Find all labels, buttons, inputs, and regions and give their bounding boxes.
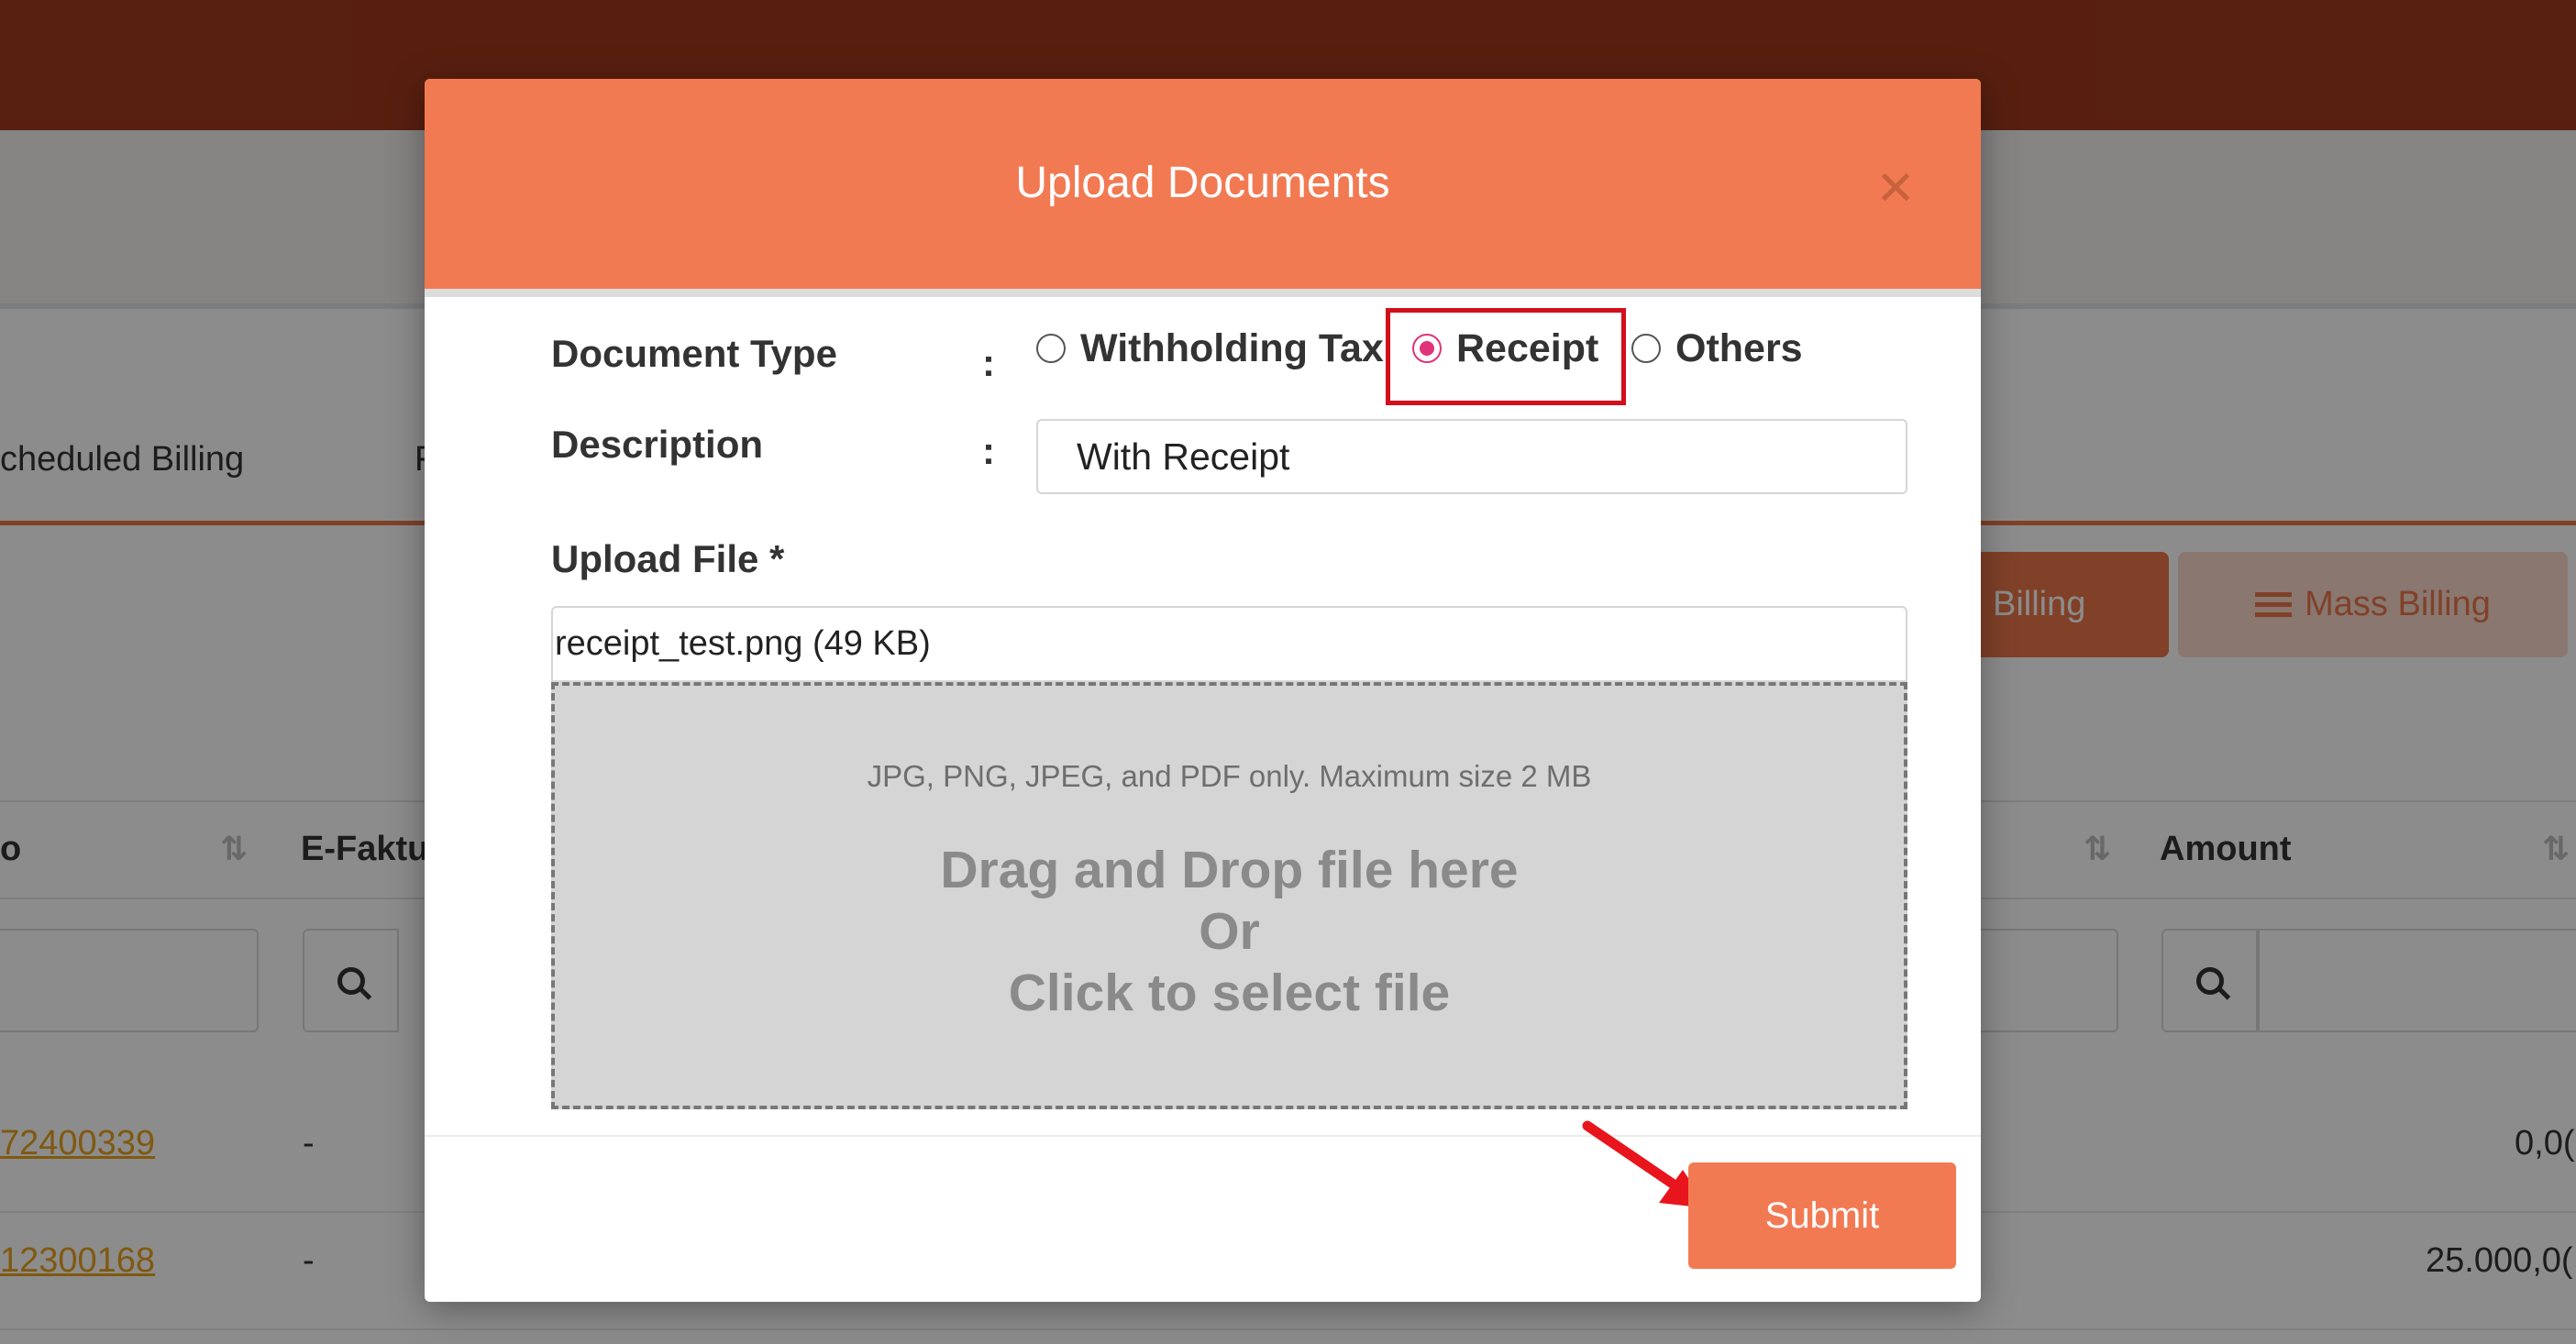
document-type-label: Document Type — [551, 332, 837, 375]
radio-button[interactable] — [1036, 334, 1066, 363]
close-icon[interactable]: ✕ — [1868, 161, 1923, 216]
radio-others[interactable]: Others — [1631, 321, 1803, 376]
upload-file-label: Upload File * — [551, 537, 785, 580]
dropzone-drag-text: Drag and Drop file here — [940, 841, 1519, 899]
description-label: Description — [551, 423, 764, 466]
document-type-colon: : — [982, 341, 995, 384]
modal-title: Upload Documents — [1015, 159, 1390, 207]
radio-others-label: Others — [1675, 325, 1803, 370]
upload-documents-modal: Upload Documents ✕ Document Type : Withh… — [425, 79, 1981, 1302]
radio-withholding-tax[interactable]: Withholding Tax — [1036, 321, 1384, 376]
selected-file-field[interactable]: receipt_test.png (49 KB) — [551, 606, 1907, 682]
dropzone-or-text: Or — [1199, 902, 1260, 961]
radio-withholding-tax-label: Withholding Tax — [1080, 325, 1384, 370]
submit-button[interactable]: Submit — [1688, 1162, 1956, 1269]
modal-footer-divider — [425, 1135, 1981, 1137]
description-colon: : — [982, 429, 995, 472]
annotation-highlight-box — [1386, 308, 1626, 405]
description-input[interactable] — [1036, 419, 1907, 494]
file-dropzone[interactable]: JPG, PNG, JPEG, and PDF only. Maximum si… — [551, 682, 1907, 1109]
radio-button[interactable] — [1631, 334, 1661, 363]
file-type-hint: JPG, PNG, JPEG, and PDF only. Maximum si… — [867, 759, 1592, 793]
dropzone-click-text: Click to select file — [1008, 964, 1451, 1022]
modal-header: Upload Documents ✕ — [425, 79, 1981, 297]
selected-file-name: receipt_test.png (49 KB) — [555, 624, 931, 663]
